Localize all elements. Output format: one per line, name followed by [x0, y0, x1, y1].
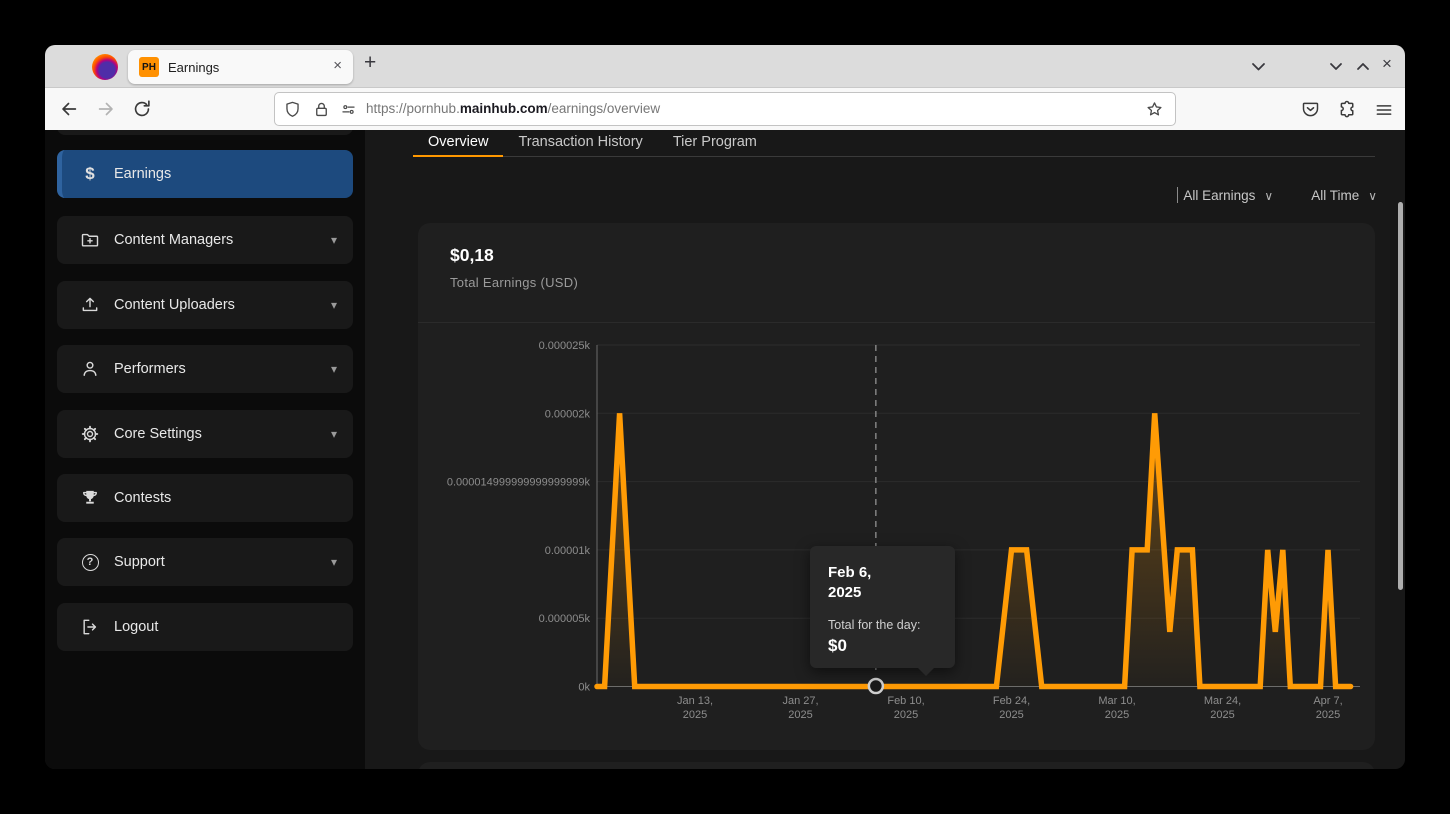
reload-icon[interactable] [131, 98, 153, 120]
svg-text:Feb 10,2025: Feb 10,2025 [887, 695, 924, 721]
chevron-down-icon: ▾ [331, 555, 337, 569]
tab-close-icon[interactable]: × [333, 57, 342, 74]
chevron-down-icon: ▾ [331, 427, 337, 441]
back-icon[interactable] [58, 98, 80, 120]
svg-text:0.00001k: 0.00001k [545, 545, 591, 557]
firefox-icon[interactable] [92, 54, 118, 80]
lock-icon[interactable] [312, 100, 331, 119]
time-filter-value: All Time [1311, 188, 1359, 203]
svg-text:0.000014999999999999999k: 0.000014999999999999999k [447, 477, 591, 489]
svg-text:Mar 24,2025: Mar 24,2025 [1204, 695, 1241, 721]
next-section-card [418, 762, 1375, 769]
person-icon [79, 359, 101, 379]
trophy-icon [79, 488, 101, 508]
time-filter-select[interactable]: All Time ∨ [1311, 187, 1377, 203]
sidebar-item-support[interactable]: ? Support ▾ [57, 538, 353, 586]
url-prefix: https://pornhub. [366, 101, 460, 116]
pocket-icon[interactable] [1300, 99, 1321, 120]
svg-text:Jan 27,2025: Jan 27,2025 [782, 695, 818, 721]
sidebar-item-label: Content Uploaders [114, 297, 235, 313]
extensions-puzzle-icon[interactable] [1337, 99, 1358, 120]
sidebar-item-label: Content Managers [114, 232, 233, 248]
sidebar-item-content-uploaders[interactable]: Content Uploaders ▾ [57, 281, 353, 329]
chevron-down-icon: ∨ [1368, 189, 1377, 203]
page-content: $ Earnings Content Managers ▾ Content Up… [45, 130, 1405, 769]
url-path: /earnings/overview [548, 101, 661, 116]
tooltip-value: $0 [828, 636, 937, 656]
svg-text:Jan 13,2025: Jan 13,2025 [677, 695, 713, 721]
browser-tab-bar: PH Earnings × + × [45, 45, 1405, 88]
browser-window: PH Earnings × + × https://pornhub.mainhu… [45, 45, 1405, 769]
url-bar[interactable]: https://pornhub.mainhub.com/earnings/ove… [274, 92, 1176, 126]
svg-text:Feb 24,2025: Feb 24,2025 [993, 695, 1030, 721]
sidebar-item-performers[interactable]: Performers ▾ [57, 345, 353, 393]
chart-tooltip: Feb 6,2025 Total for the day: $0 [810, 546, 955, 668]
svg-text:Apr 7,2025: Apr 7,2025 [1313, 695, 1342, 721]
svg-text:0.000025k: 0.000025k [539, 340, 591, 352]
url-text: https://pornhub.mainhub.com/earnings/ove… [366, 101, 660, 116]
earnings-chart-card: $0,18 Total Earnings (USD) 0.000025k0.00… [418, 223, 1375, 750]
earnings-line-chart: 0.000025k 0.00002k 0.000014999999999999999… [418, 223, 1375, 750]
new-tab-button[interactable]: + [364, 51, 376, 75]
gear-icon [79, 424, 101, 444]
sidebar: $ Earnings Content Managers ▾ Content Up… [45, 130, 365, 769]
page-tabs: Overview Transaction History Tier Progra… [413, 130, 1375, 157]
window-close-icon[interactable]: × [1382, 54, 1392, 74]
tab-title: Earnings [168, 60, 219, 75]
forward-icon[interactable] [95, 98, 117, 120]
site-favicon: PH [139, 57, 159, 77]
earnings-filter-value: All Earnings [1183, 188, 1255, 203]
sidebar-item-partial[interactable] [57, 130, 353, 135]
main-area: Overview Transaction History Tier Progra… [365, 130, 1405, 769]
chevron-down-icon: ▾ [331, 298, 337, 312]
permissions-icon[interactable] [339, 100, 358, 119]
svg-text:0.000005k: 0.000005k [539, 613, 591, 625]
bookmark-star-icon[interactable] [1144, 99, 1165, 120]
shield-icon[interactable] [283, 100, 302, 119]
sidebar-item-label: Core Settings [114, 426, 202, 442]
folder-plus-icon [79, 230, 101, 250]
list-tabs-chevron-icon[interactable] [1250, 58, 1267, 75]
filter-row: All Earnings ∨ All Time ∨ [1177, 187, 1377, 203]
sidebar-item-core-settings[interactable]: Core Settings ▾ [57, 410, 353, 458]
dollar-icon: $ [79, 164, 101, 184]
sidebar-item-label: Logout [114, 619, 158, 635]
sidebar-item-label: Contests [114, 490, 171, 506]
svg-text:0k: 0k [578, 682, 590, 694]
logout-icon [79, 617, 101, 637]
chevron-down-icon: ∨ [1264, 189, 1273, 203]
tooltip-label: Total for the day: [828, 618, 937, 632]
window-maximize-icon[interactable] [1356, 58, 1370, 75]
sidebar-item-content-managers[interactable]: Content Managers ▾ [57, 216, 353, 264]
page-scrollbar[interactable] [1398, 202, 1403, 590]
tooltip-date: Feb 6,2025 [828, 563, 937, 603]
window-minimize-icon[interactable] [1329, 58, 1343, 75]
sidebar-item-label: Performers [114, 361, 186, 377]
sidebar-item-earnings[interactable]: $ Earnings [57, 150, 353, 198]
chevron-down-icon: ▾ [331, 362, 337, 376]
sidebar-item-label: Earnings [114, 166, 171, 182]
tab-tier-program[interactable]: Tier Program [658, 130, 772, 157]
browser-toolbar: https://pornhub.mainhub.com/earnings/ove… [45, 88, 1405, 130]
earnings-filter-select[interactable]: All Earnings ∨ [1177, 187, 1273, 203]
svg-text:0.00002k: 0.00002k [545, 408, 591, 420]
upload-icon [79, 295, 101, 315]
tab-transaction-history[interactable]: Transaction History [503, 130, 657, 157]
chevron-down-icon: ▾ [331, 233, 337, 247]
sidebar-item-label: Support [114, 554, 165, 570]
svg-text:Mar 10,2025: Mar 10,2025 [1098, 695, 1135, 721]
sidebar-item-contests[interactable]: Contests [57, 474, 353, 522]
help-icon: ? [79, 554, 101, 571]
url-domain: mainhub.com [460, 101, 548, 116]
tab-overview[interactable]: Overview [413, 130, 503, 157]
menu-hamburger-icon[interactable] [1374, 100, 1394, 120]
browser-tab[interactable]: PH Earnings × [128, 50, 353, 84]
sidebar-item-logout[interactable]: Logout [57, 603, 353, 651]
